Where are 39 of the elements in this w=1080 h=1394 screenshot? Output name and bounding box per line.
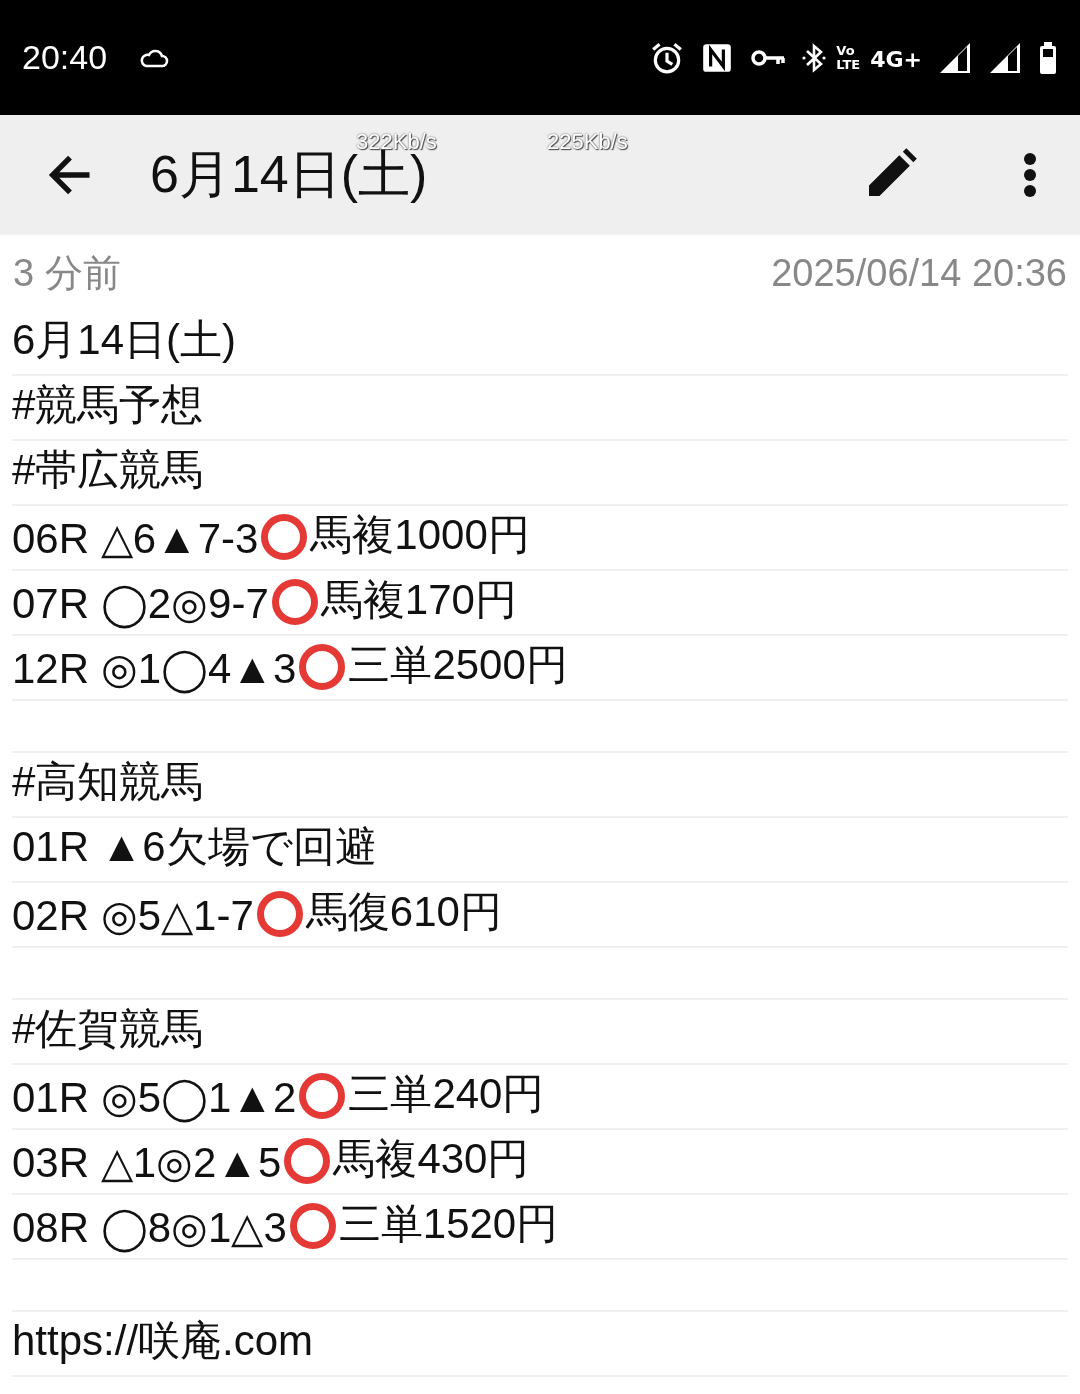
note-text: 07R ◯2◎9-7 — [12, 579, 269, 628]
speed-overlay-text: 225Kb/s — [547, 129, 628, 155]
alarm-icon — [650, 40, 685, 75]
note-text: 6月14日(土) — [12, 315, 237, 365]
note-text: #競馬予想 — [12, 380, 204, 430]
note-text: #佐賀競馬 — [12, 1004, 204, 1054]
ring-icon — [284, 1138, 331, 1184]
note-text: 三単1520円 — [338, 1199, 559, 1249]
relative-time: 3 分前 — [13, 250, 121, 296]
note-text: #帯広競馬 — [12, 445, 204, 495]
note-text: 01R ▲6欠場で回避 — [12, 822, 377, 872]
bluetooth-icon — [802, 41, 827, 74]
battery-icon — [1038, 40, 1058, 75]
note-text: 三単240円 — [348, 1069, 545, 1119]
note-text: #高知競馬 — [12, 757, 204, 807]
note-text: 06R △6▲7-3 — [12, 514, 259, 563]
more-menu-icon[interactable] — [1022, 151, 1038, 199]
network-type: 4G+ — [870, 47, 922, 72]
note-text: 馬複170円 — [320, 575, 517, 625]
volte-label: LTE — [836, 57, 861, 72]
note-text: 馬複430円 — [333, 1134, 530, 1184]
ring-icon — [299, 1073, 346, 1119]
note-text: 三単2500円 — [348, 640, 568, 690]
note-text: 馬複1000円 — [310, 510, 530, 560]
ring-icon — [299, 644, 346, 690]
volte-label: Vo — [836, 43, 856, 58]
note-text: 01R ◎5◯1▲2 — [12, 1073, 297, 1122]
ring-icon — [256, 891, 303, 937]
ring-icon — [261, 514, 308, 560]
note-text: 12R ◎1◯4▲3 — [12, 644, 297, 693]
note-text: https://咲庵.com — [12, 1316, 314, 1366]
clock-time: 20:40 — [22, 38, 108, 77]
note-text: 08R ◯8◎1△3 — [12, 1203, 287, 1252]
note-text: 02R ◎5△1-7 — [12, 891, 254, 940]
ring-icon — [271, 579, 318, 625]
ring-icon — [289, 1203, 336, 1249]
note-text: 03R △1◎2▲5 — [12, 1138, 282, 1187]
timestamp: 2025/06/14 20:36 — [771, 251, 1067, 295]
note-text: 馬復610円 — [305, 887, 502, 937]
